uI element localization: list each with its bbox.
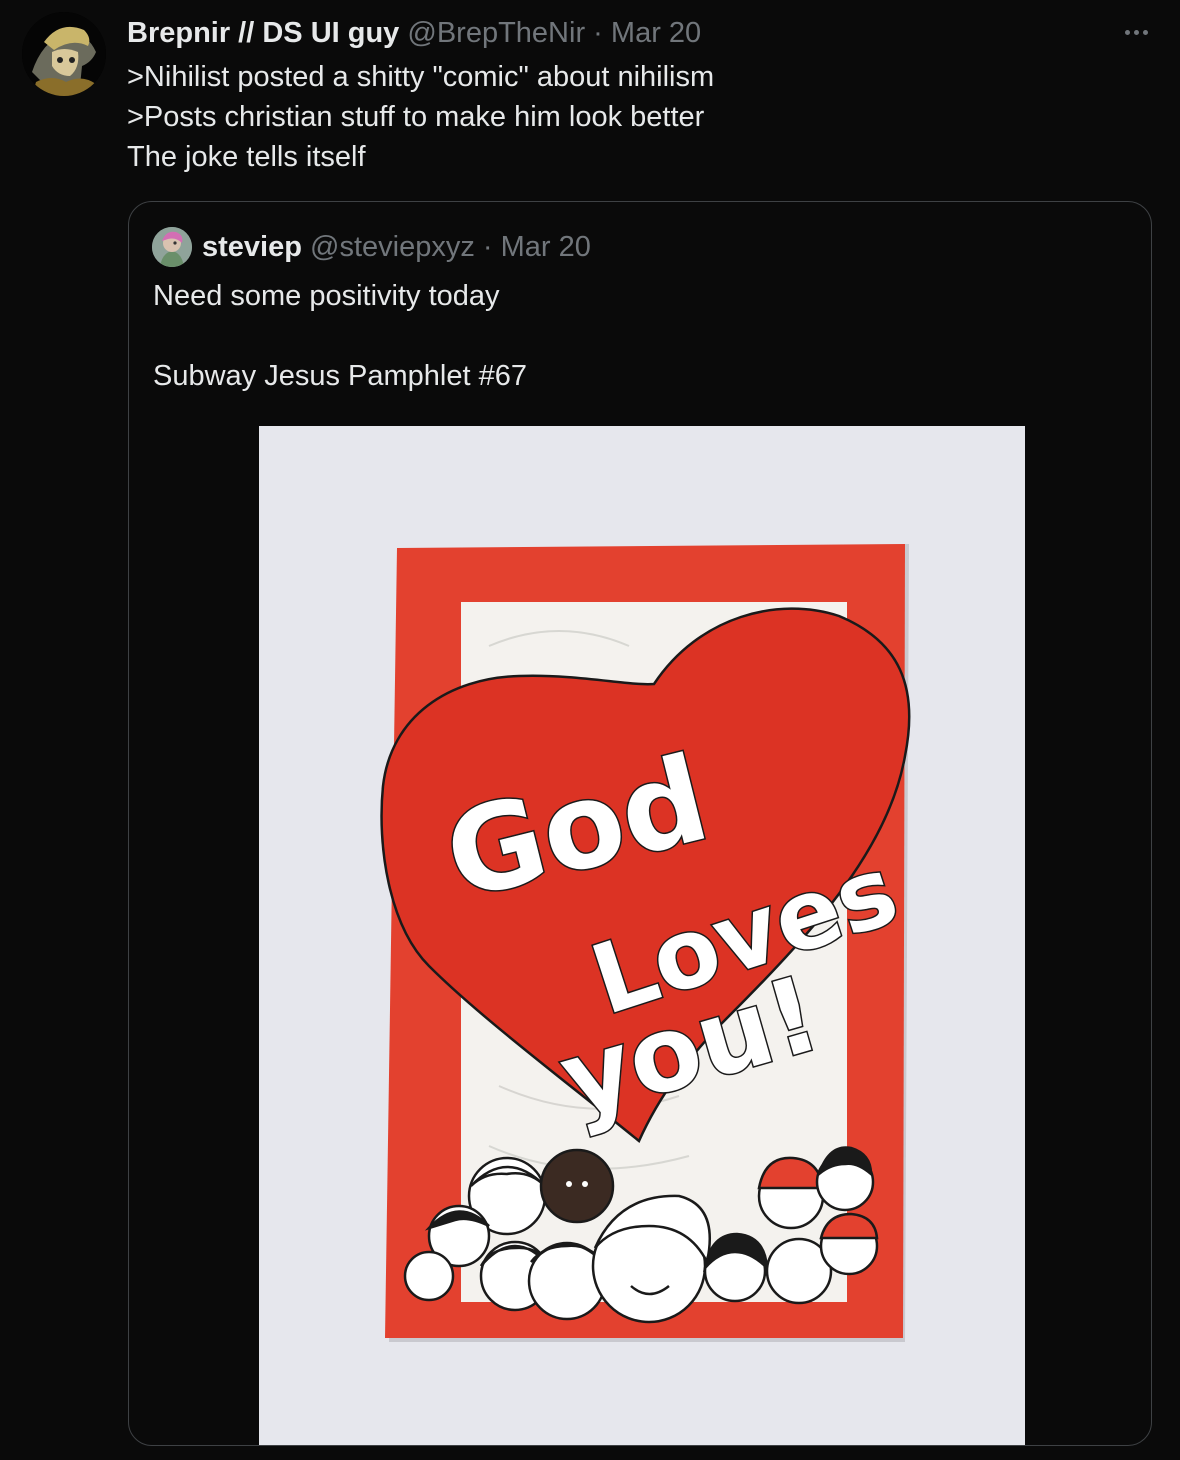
quoted-author-avatar <box>152 227 192 267</box>
author-handle[interactable]: @BrepTheNir <box>407 17 585 49</box>
pamphlet-illustration: God Loves you! <box>259 426 1025 1445</box>
author-avatar[interactable] <box>22 12 106 96</box>
header-separator: · <box>593 17 603 49</box>
quoted-author-name: steviep <box>202 231 302 263</box>
tweet: Brepnir // DS UI guy @BrepTheNir · Mar 2… <box>0 0 1180 1460</box>
quoted-text-line: Subway Jesus Pamphlet #67 <box>153 360 527 392</box>
tweet-header: Brepnir // DS UI guy @BrepTheNir · Mar 2… <box>127 14 701 52</box>
quoted-tweet-image[interactable]: God Loves you! <box>259 426 1025 1445</box>
quoted-header-separator: · <box>482 231 493 263</box>
quoted-tweet[interactable]: steviep @steviepxyz · Mar 20 Need some p… <box>128 201 1152 1446</box>
tweet-text-line: >Nihilist posted a shitty "comic" about … <box>127 61 715 93</box>
tweet-text-line: >Posts christian stuff to make him look … <box>127 101 705 133</box>
author-name[interactable]: Brepnir // DS UI guy <box>127 17 399 49</box>
quoted-tweet-date: Mar 20 <box>500 231 591 263</box>
tweet-text: >Nihilist posted a shitty "comic" about … <box>127 57 714 177</box>
quoted-author-handle: @steviepxyz <box>310 231 475 263</box>
quoted-tweet-header: steviep @steviepxyz · Mar 20 <box>202 228 591 266</box>
tweet-text-line: The joke tells itself <box>127 141 366 173</box>
quoted-text-line: Need some positivity today <box>153 280 500 312</box>
quoted-tweet-text: Need some positivity today Subway Jesus … <box>153 277 527 395</box>
more-options-icon[interactable] <box>1118 18 1154 46</box>
tweet-date[interactable]: Mar 20 <box>611 17 701 49</box>
